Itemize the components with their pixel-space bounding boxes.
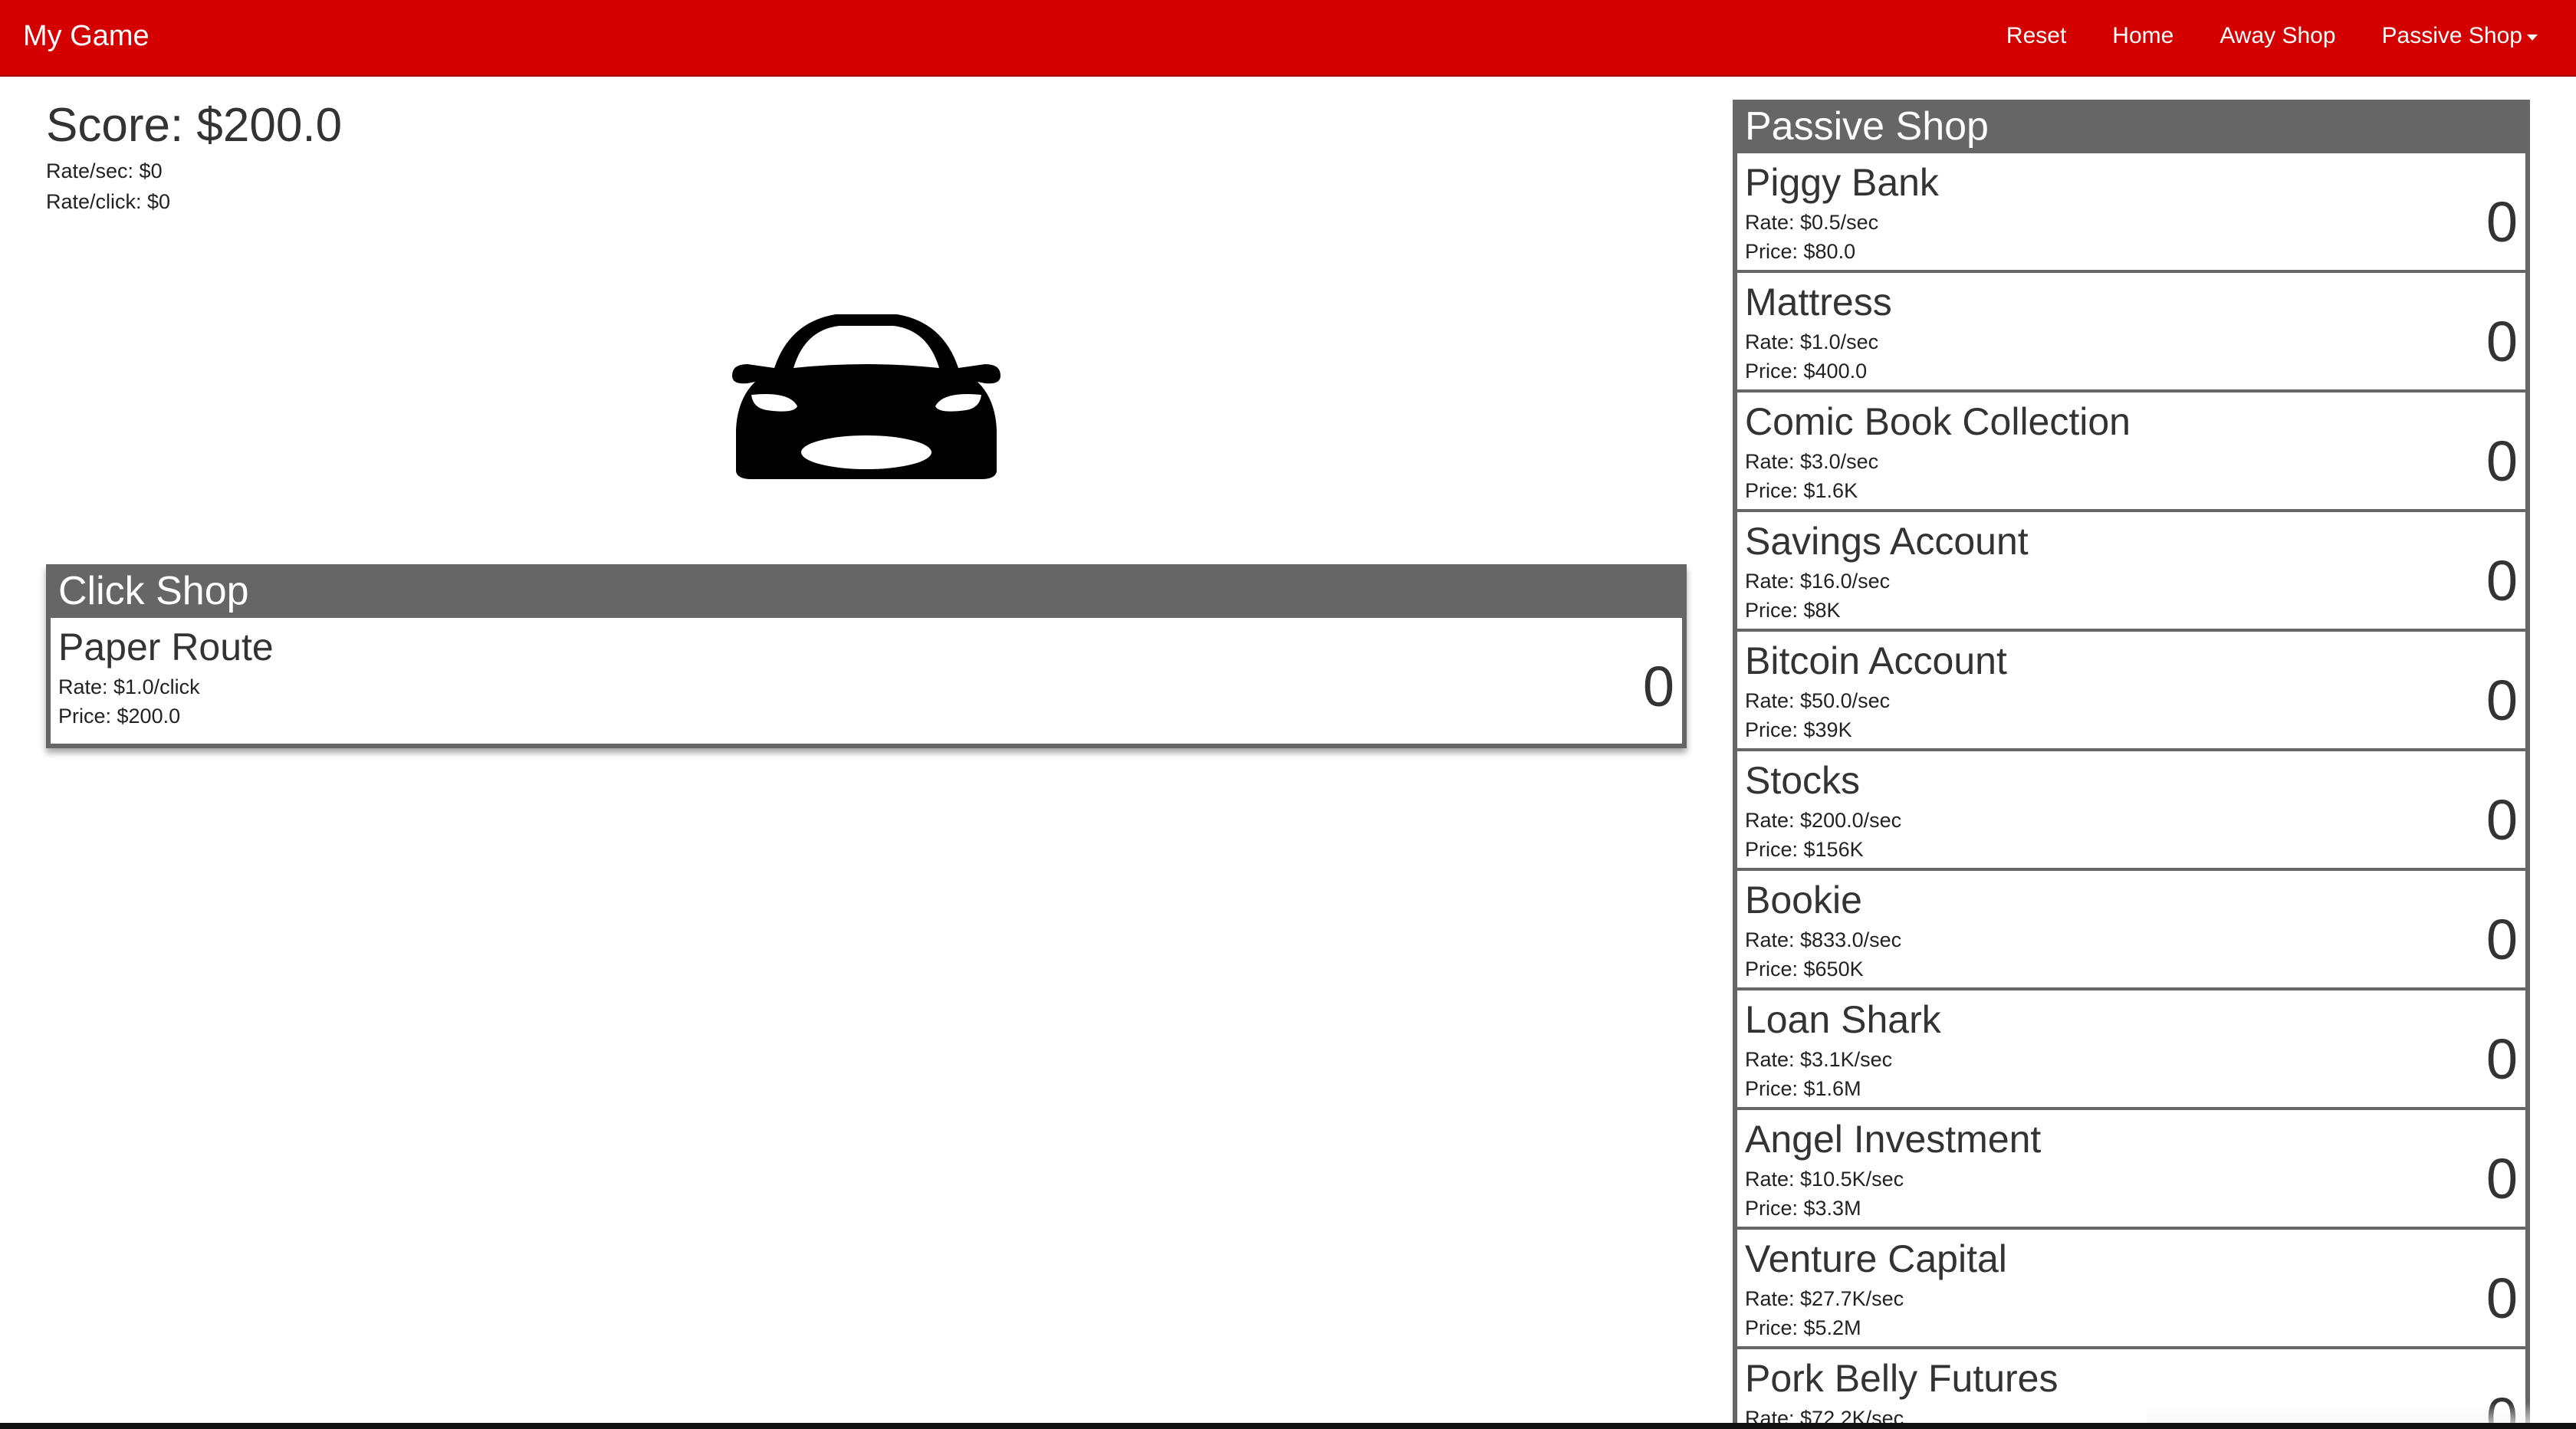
passive-shop-item[interactable]: Piggy Bank Rate: $0.5/sec Price: $80.0 0 (1737, 153, 2525, 273)
item-count: 0 (2486, 669, 2518, 732)
item-rate: Rate: $50.0/sec (1745, 689, 1891, 712)
nav-home[interactable]: Home (2112, 23, 2174, 49)
item-price: Price: $1.6K (1745, 479, 1858, 502)
item-price: Price: $200.0 (58, 705, 181, 728)
item-price: Price: $5.2M (1745, 1316, 1861, 1339)
item-count: 0 (2486, 429, 2518, 493)
item-price: Price: $400.0 (1745, 360, 1868, 383)
item-count: 0 (2486, 310, 2518, 373)
passive-shop-item[interactable]: Bookie Rate: $833.0/sec Price: $650K 0 (1737, 871, 2525, 990)
item-rate: Rate: $1.0/sec (1745, 330, 1879, 353)
nav-passive-shop-dropdown[interactable]: Passive Shop (2382, 23, 2538, 49)
item-name: Venture Capital (1745, 1237, 2007, 1280)
item-rate: Rate: $833.0/sec (1745, 928, 1902, 951)
item-name: Piggy Bank (1745, 161, 1939, 204)
item-name: Stocks (1745, 759, 1861, 802)
item-price: Price: $650K (1745, 958, 1864, 981)
passive-shop-item[interactable]: Mattress Rate: $1.0/sec Price: $400.0 0 (1737, 273, 2525, 393)
passive-shop-item[interactable]: Bitcoin Account Rate: $50.0/sec Price: $… (1737, 632, 2525, 751)
item-price: Price: $39K (1745, 718, 1852, 741)
item-rate: Rate: $3.0/sec (1745, 450, 1879, 473)
item-rate: Rate: $1.0/click (58, 675, 200, 698)
nav-away-shop[interactable]: Away Shop (2220, 23, 2335, 49)
item-count: 0 (2486, 190, 2518, 254)
item-name: Angel Investment (1745, 1118, 2042, 1161)
item-price: Price: $3.3M (1745, 1197, 1861, 1220)
item-name: Bookie (1745, 879, 1862, 921)
window-bottom-edge (0, 1423, 2576, 1429)
item-name: Comic Book Collection (1745, 400, 2131, 443)
item-rate: Rate: $3.1K/sec (1745, 1048, 1893, 1071)
item-rate: Rate: $10.5K/sec (1745, 1168, 1904, 1191)
nav-links: Reset Home Away Shop Passive Shop (2006, 23, 2538, 49)
item-count: 0 (2486, 788, 2518, 852)
top-navbar: My Game Reset Home Away Shop Passive Sho… (0, 0, 2576, 77)
item-count: 0 (1642, 655, 1674, 718)
item-count: 0 (2486, 549, 2518, 613)
passive-shop-panel[interactable]: Passive Shop Piggy Bank Rate: $0.5/sec P… (1733, 100, 2530, 1429)
item-rate: Rate: $200.0/sec (1745, 809, 1902, 832)
item-name: Mattress (1745, 281, 1892, 324)
item-rate: Rate: $16.0/sec (1745, 570, 1891, 593)
item-price: Price: $156K (1745, 838, 1864, 861)
passive-shop-item[interactable]: Comic Book Collection Rate: $3.0/sec Pri… (1737, 393, 2525, 512)
score-area: Score: $200.0 Rate/sec: $0 Rate/click: $… (46, 96, 342, 217)
car-icon[interactable] (721, 291, 1012, 483)
item-name: Loan Shark (1745, 998, 1941, 1041)
item-count: 0 (2486, 1027, 2518, 1091)
click-shop-title: Click Shop (51, 564, 1682, 618)
passive-shop-title: Passive Shop (1737, 100, 2525, 153)
passive-shop-item[interactable]: Savings Account Rate: $16.0/sec Price: $… (1737, 512, 2525, 632)
passive-shop-item[interactable]: Angel Investment Rate: $10.5K/sec Price:… (1737, 1110, 2525, 1230)
item-name: Bitcoin Account (1745, 639, 2007, 682)
passive-shop-item[interactable]: Stocks Rate: $200.0/sec Price: $156K 0 (1737, 751, 2525, 871)
item-price: Price: $8K (1745, 599, 1841, 622)
item-name: Pork Belly Futures (1745, 1357, 2058, 1400)
item-rate: Rate: $27.7K/sec (1745, 1287, 1904, 1310)
brand-title[interactable]: My Game (23, 20, 150, 53)
passive-shop-item[interactable]: Loan Shark Rate: $3.1K/sec Price: $1.6M … (1737, 990, 2525, 1110)
item-name: Savings Account (1745, 520, 2029, 563)
item-rate: Rate: $0.5/sec (1745, 211, 1879, 234)
click-shop-item[interactable]: Paper Route Rate: $1.0/click Price: $200… (51, 618, 1682, 744)
score-value: Score: $200.0 (46, 99, 343, 152)
rate-per-click: Rate/click: $0 (46, 190, 171, 213)
item-price: Price: $80.0 (1745, 240, 1856, 263)
item-count: 0 (2486, 1266, 2518, 1330)
caret-down-icon (2527, 34, 2538, 41)
item-name: Paper Route (58, 626, 274, 669)
item-count: 0 (2486, 908, 2518, 971)
item-count: 0 (2486, 1147, 2518, 1211)
item-price: Price: $1.6M (1745, 1077, 1861, 1100)
rate-per-sec: Rate/sec: $0 (46, 159, 163, 182)
nav-reset[interactable]: Reset (2006, 23, 2066, 49)
click-shop-panel: Click Shop Paper Route Rate: $1.0/click … (46, 564, 1687, 748)
passive-shop-item[interactable]: Venture Capital Rate: $27.7K/sec Price: … (1737, 1230, 2525, 1349)
